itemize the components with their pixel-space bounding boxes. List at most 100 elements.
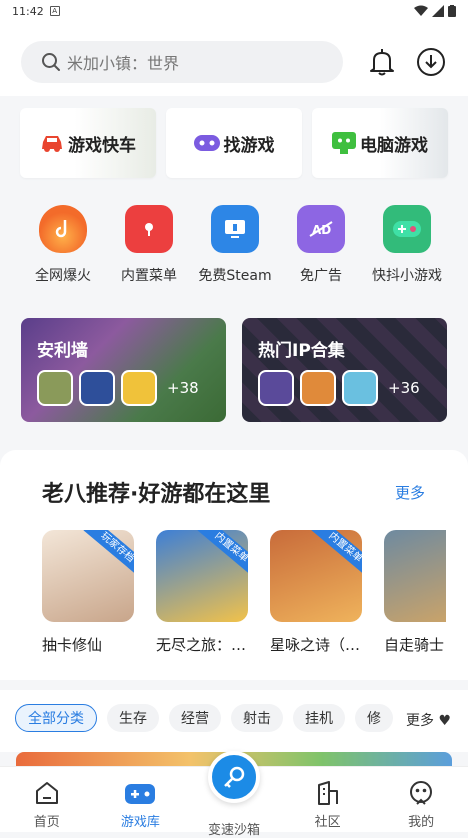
- quick-label: 免广告: [300, 268, 342, 284]
- tab-profile[interactable]: 我的: [374, 767, 468, 832]
- quick-no-ads[interactable]: AD 免广告: [278, 205, 364, 295]
- quick-mini-games[interactable]: 快抖小游戏: [364, 205, 450, 295]
- notification-button[interactable]: [366, 46, 398, 78]
- game-icon: 内置菜单: [270, 530, 362, 622]
- game-thumbnail: [121, 370, 157, 406]
- game-card[interactable]: 内置菜单 星咏之诗（…: [270, 530, 362, 655]
- notification-a-icon: A: [49, 6, 60, 16]
- community-icon: [317, 781, 338, 805]
- status-time: 11:42: [12, 4, 44, 18]
- tab-home[interactable]: 首页: [0, 767, 94, 832]
- game-name: 星咏之诗（…: [270, 636, 361, 654]
- tab-community[interactable]: 社区: [281, 767, 375, 832]
- ad-block-icon: AD: [297, 205, 345, 253]
- card-label: 电脑游戏: [360, 135, 428, 156]
- pc-game-icon: [332, 132, 356, 154]
- quick-label: 快抖小游戏: [372, 268, 442, 284]
- status-right: [414, 5, 456, 17]
- tab-label: 社区: [314, 815, 341, 830]
- banner-hot-ip[interactable]: 热门IP合集 +36: [242, 318, 447, 422]
- quick-label: 内置菜单: [121, 268, 177, 284]
- game-icon: 内置菜单: [156, 530, 248, 622]
- quick-menu[interactable]: 内置菜单: [106, 205, 192, 295]
- section-title: 老八推荐·好游都在这里: [42, 482, 271, 507]
- bottom-tab-bar: 首页 游戏库 变速沙箱 社区 我的: [0, 751, 468, 838]
- category-chips: 全部分类 生存 经营 射击 挂机 修: [15, 704, 393, 732]
- game-card[interactable]: 自走骑士: [384, 530, 446, 655]
- header: 米加小镇：世界: [0, 22, 468, 96]
- recommend-section: 老八推荐·好游都在这里 更多 玩家存档 抽卡修仙 内置菜单 无尽之旅：… 内置菜…: [0, 450, 468, 680]
- tab-label: 游戏库: [120, 815, 160, 830]
- banner-count: +38: [167, 379, 199, 397]
- game-ribbon: 内置菜单: [311, 530, 362, 578]
- profile-icon: [410, 781, 433, 805]
- bell-icon: [370, 49, 394, 76]
- game-name: 自走骑士: [384, 636, 445, 654]
- more-link[interactable]: 更多: [395, 482, 425, 503]
- banner-title: 安利墙: [37, 341, 88, 361]
- game-ribbon: 玩家存档: [83, 530, 134, 578]
- games-row: 玩家存档 抽卡修仙 内置菜单 无尽之旅：… 内置菜单 星咏之诗（… 自走骑士: [42, 530, 446, 655]
- game-card[interactable]: 内置菜单 无尽之旅：…: [156, 530, 248, 655]
- wifi-icon: [414, 5, 428, 16]
- banner-avatars: +38: [37, 370, 199, 406]
- key-icon: [207, 751, 260, 803]
- banner-title: 热门IP合集: [258, 341, 345, 361]
- banner-recommend-wall[interactable]: 安利墙 +38: [21, 318, 226, 422]
- search-icon: [42, 53, 60, 71]
- game-name: 抽卡修仙: [42, 636, 103, 654]
- banner-count: +36: [388, 379, 420, 397]
- filter-bar: 全部分类 生存 经营 射击 挂机 修 更多 ♥: [0, 690, 468, 752]
- download-button[interactable]: [415, 46, 447, 78]
- quick-steam[interactable]: 免费Steam: [192, 205, 278, 295]
- gamepad-icon: [383, 205, 431, 253]
- banner-avatars: +36: [258, 370, 420, 406]
- tab-game-library[interactable]: 游戏库: [94, 767, 188, 832]
- game-thumbnail: [258, 370, 294, 406]
- quick-label: 免费Steam: [198, 268, 272, 284]
- gamepad-purple-icon: [193, 135, 220, 151]
- card-pc-games[interactable]: 电脑游戏: [312, 108, 448, 178]
- game-name: 无尽之旅：…: [156, 636, 247, 654]
- battery-icon: [448, 5, 456, 17]
- chip-idle[interactable]: 挂机: [293, 704, 345, 732]
- banners: 安利墙 +38 热门IP合集 +36: [21, 318, 447, 422]
- card-label: 游戏快车: [68, 135, 136, 156]
- signal-icon: [432, 5, 444, 17]
- game-thumbnail: [79, 370, 115, 406]
- game-thumbnail: [342, 370, 378, 406]
- status-bar: 11:42 A: [0, 0, 468, 22]
- chip-shooting[interactable]: 射击: [231, 704, 283, 732]
- chip-survival[interactable]: 生存: [107, 704, 159, 732]
- game-card[interactable]: 玩家存档 抽卡修仙: [42, 530, 134, 655]
- chip-management[interactable]: 经营: [169, 704, 221, 732]
- quick-icons: 全网爆火 内置菜单 免费Steam AD 免广告 快抖小游戏: [0, 205, 468, 295]
- chip-all[interactable]: 全部分类: [15, 704, 97, 732]
- game-library-icon: [125, 784, 156, 804]
- game-icon: [384, 530, 446, 622]
- game-thumbnail: [300, 370, 336, 406]
- tab-label: 我的: [408, 815, 435, 830]
- search-input[interactable]: 米加小镇：世界: [21, 41, 343, 83]
- feature-cards: 游戏快车 找游戏 电脑游戏: [20, 108, 468, 178]
- download-icon: [417, 48, 445, 76]
- game-thumbnail: [37, 370, 73, 406]
- filter-more-button[interactable]: 更多 ♥: [404, 710, 452, 730]
- tab-speed-sandbox[interactable]: 变速沙箱: [187, 751, 281, 838]
- game-ribbon: 内置菜单: [197, 530, 248, 578]
- quick-label: 全网爆火: [35, 268, 91, 284]
- card-label: 找游戏: [223, 135, 275, 156]
- monitor-icon: [211, 205, 259, 253]
- card-find-game[interactable]: 找游戏: [166, 108, 302, 178]
- search-placeholder: 米加小镇：世界: [67, 54, 180, 73]
- game-icon: 玩家存档: [42, 530, 134, 622]
- tab-label: 变速沙箱: [207, 823, 260, 838]
- chip-xiu[interactable]: 修: [355, 704, 393, 732]
- menu-icon: [125, 205, 173, 253]
- status-left: 11:42 A: [12, 5, 60, 18]
- card-game-express[interactable]: 游戏快车: [20, 108, 156, 178]
- flame-icon: [39, 205, 87, 253]
- car-icon: [42, 136, 62, 152]
- tab-label: 首页: [33, 815, 60, 830]
- quick-hot[interactable]: 全网爆火: [20, 205, 106, 295]
